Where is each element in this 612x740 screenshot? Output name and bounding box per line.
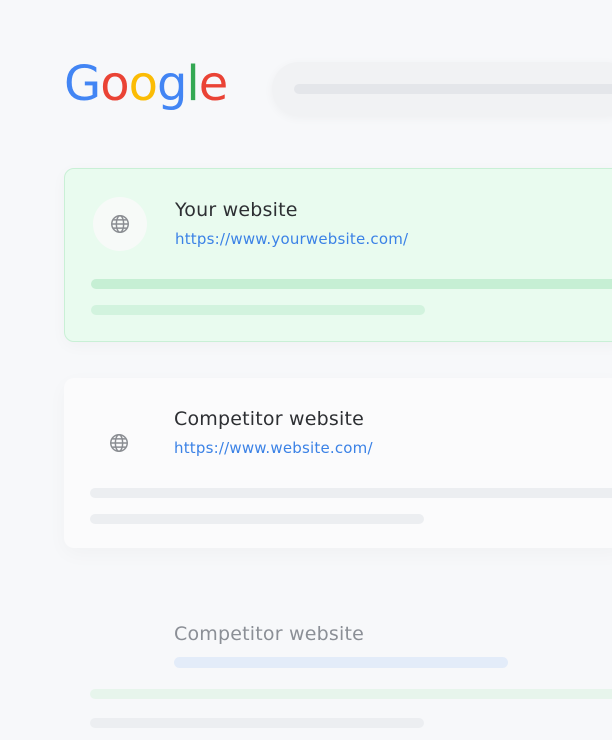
logo-letter: l xyxy=(186,56,199,112)
snippet-line xyxy=(91,305,425,315)
logo-letter: e xyxy=(198,56,229,112)
globe-icon xyxy=(111,215,129,233)
logo-letter: o xyxy=(100,56,129,112)
globe-icon-wrap xyxy=(93,197,147,251)
result-title-faded[interactable]: Competitor website xyxy=(174,623,364,645)
globe-icon-wrap xyxy=(92,416,146,470)
snippet-line xyxy=(90,514,424,524)
search-result-competitor[interactable]: Competitor website https://www.website.c… xyxy=(64,378,612,548)
snippet-line xyxy=(90,718,424,728)
logo-letter: g xyxy=(156,56,187,112)
result-title[interactable]: Your website xyxy=(175,199,298,221)
search-result-your-website[interactable]: Your website https://www.yourwebsite.com… xyxy=(64,168,612,342)
snippet-line xyxy=(91,279,612,289)
url-placeholder-line xyxy=(174,657,508,668)
search-input[interactable] xyxy=(272,62,612,116)
result-title[interactable]: Competitor website xyxy=(174,408,364,430)
search-placeholder-line xyxy=(294,84,612,94)
logo-letter: o xyxy=(128,56,158,112)
snippet-line xyxy=(90,689,612,699)
google-logo: Google xyxy=(64,56,229,112)
globe-icon xyxy=(110,434,128,452)
result-url[interactable]: https://www.website.com/ xyxy=(174,439,373,457)
result-url[interactable]: https://www.yourwebsite.com/ xyxy=(175,230,408,248)
logo-letter: G xyxy=(64,56,101,112)
snippet-line xyxy=(90,488,612,498)
